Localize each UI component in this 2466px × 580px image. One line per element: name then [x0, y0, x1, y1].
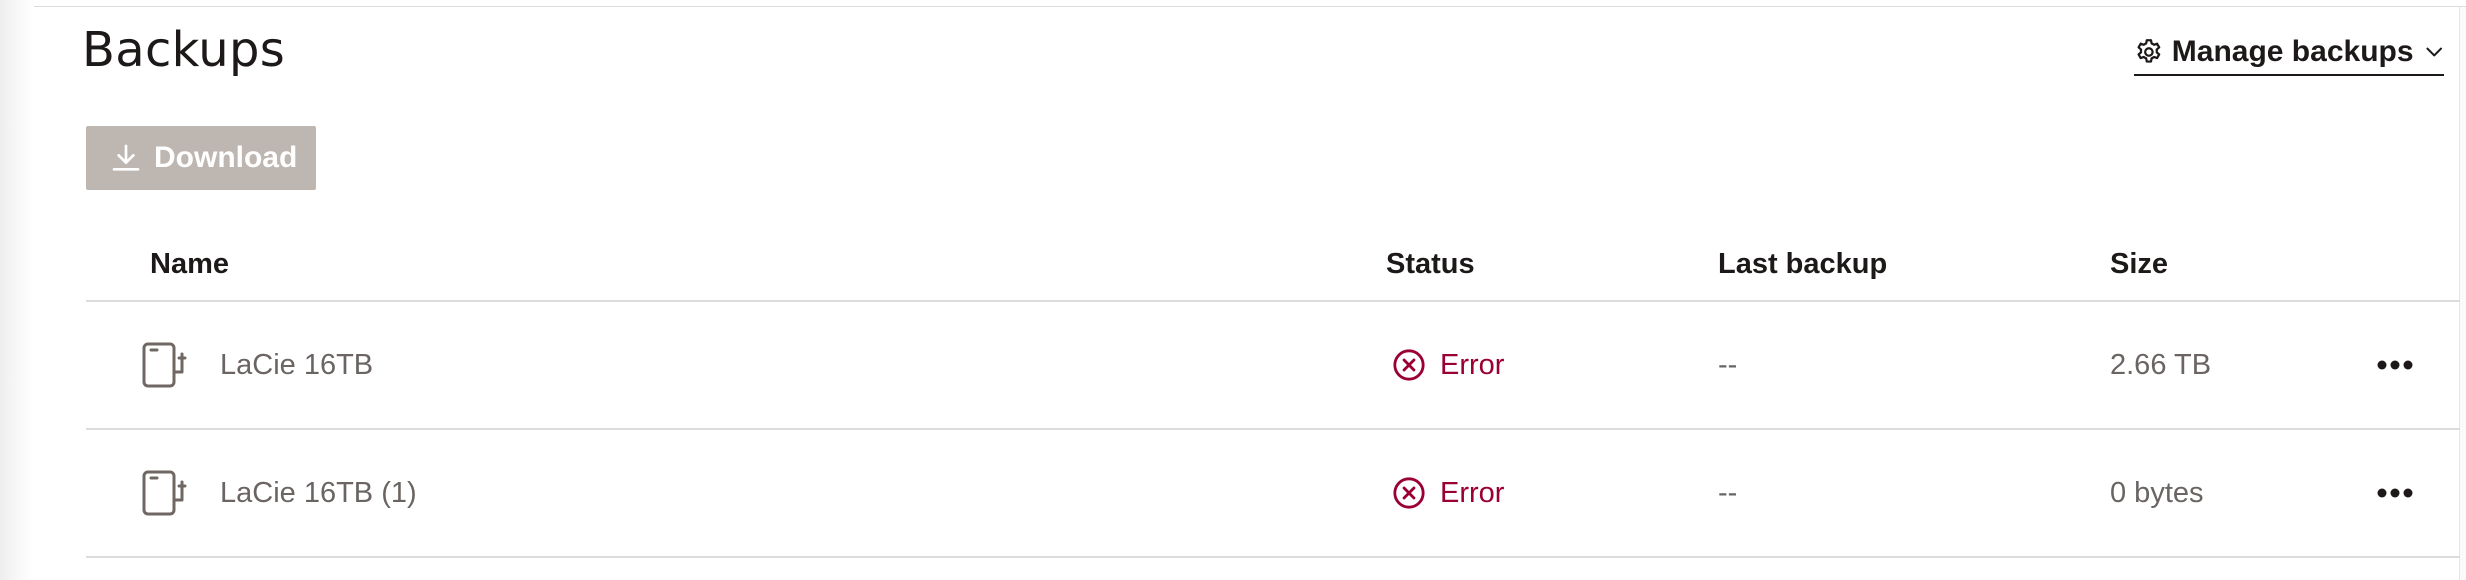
- download-button[interactable]: Download: [86, 126, 316, 190]
- more-horizontal-icon: [2377, 488, 2413, 498]
- manage-backups-label: Manage backups: [2171, 35, 2414, 68]
- size-cell: 0 bytes: [2110, 476, 2204, 509]
- error-circle-x-icon: [1393, 477, 1425, 509]
- scrollbar[interactable]: [2459, 7, 2466, 580]
- status-cell: Error: [1392, 302, 1504, 428]
- gear-icon: [2137, 39, 2161, 63]
- column-header-status[interactable]: Status: [1386, 248, 1475, 281]
- table-header: Name Status Last backup Size: [86, 230, 2460, 302]
- backup-name[interactable]: LaCie 16TB: [220, 349, 373, 382]
- more-actions-button[interactable]: [2376, 302, 2414, 428]
- download-label: Download: [154, 141, 298, 174]
- error-circle-x-icon: [1393, 349, 1425, 381]
- left-panel-edge: [0, 0, 34, 580]
- name-cell: LaCie 16TB: [140, 302, 373, 428]
- column-header-size[interactable]: Size: [2110, 248, 2168, 281]
- chevron-down-icon: [2425, 47, 2442, 57]
- status-text: Error: [1440, 348, 1505, 381]
- last-backup-cell: --: [1718, 476, 1738, 509]
- name-cell: LaCie 16TB (1): [140, 430, 417, 556]
- table-row[interactable]: LaCie 16TB Error -- 2.66 TB: [86, 302, 2460, 430]
- more-actions-button[interactable]: [2376, 430, 2414, 556]
- download-icon: [112, 144, 140, 171]
- top-divider: [34, 6, 2466, 7]
- page-title: Backups: [82, 22, 286, 78]
- status-cell: Error: [1392, 430, 1504, 556]
- status-text: Error: [1440, 476, 1505, 509]
- last-backup-cell: --: [1718, 348, 1738, 381]
- more-horizontal-icon: [2377, 360, 2413, 370]
- manage-backups-button[interactable]: Manage backups: [2134, 30, 2444, 76]
- external-drive-icon: [142, 470, 187, 516]
- table-row[interactable]: LaCie 16TB (1) Error -- 0 bytes: [86, 430, 2460, 558]
- backup-name[interactable]: LaCie 16TB (1): [220, 477, 417, 510]
- backups-table: Name Status Last backup Size LaCie 16TB …: [86, 230, 2460, 558]
- column-header-last-backup[interactable]: Last backup: [1718, 248, 1887, 281]
- external-drive-icon: [142, 342, 187, 388]
- column-header-name[interactable]: Name: [150, 248, 229, 281]
- size-cell: 2.66 TB: [2110, 348, 2212, 381]
